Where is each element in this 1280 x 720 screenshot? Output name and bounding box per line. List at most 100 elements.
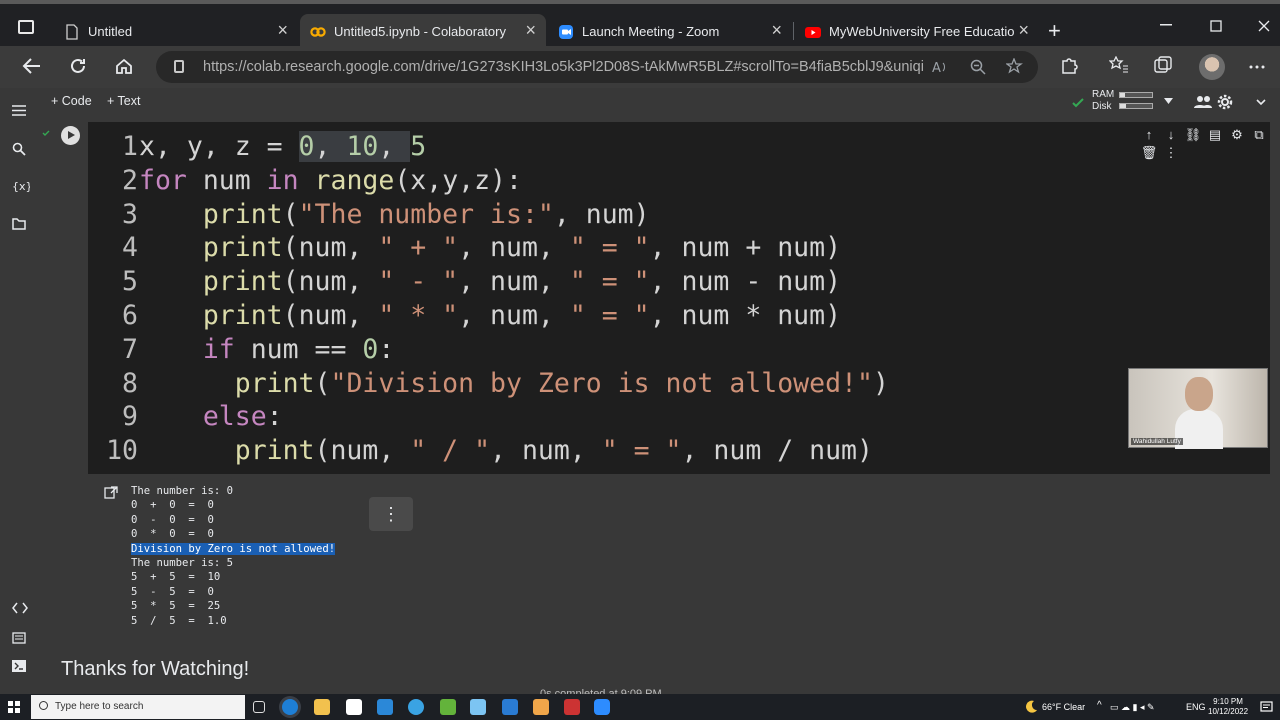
code-editor[interactable]: 1x, y, z = 0, 10, 5 2for num in range(x,…	[100, 130, 889, 468]
output-actions-icon[interactable]	[104, 486, 118, 499]
back-icon[interactable]	[22, 57, 46, 75]
mirror-cell-icon[interactable]: ⧉	[1248, 127, 1270, 143]
tab-colab[interactable]: Untitled5.ipynb - Colaboratory ×	[300, 14, 546, 50]
favorites-icon[interactable]	[1109, 56, 1129, 74]
code-cell[interactable]: ↑ ↓ ⛓ ▤ ⚙ ⧉ 🗑 ⋮ 1x, y, z = 0, 10, 5 2for num in…	[88, 122, 1270, 474]
chevron-down-icon[interactable]	[1164, 98, 1173, 104]
tray-icons[interactable]: ▭ ☁ ▮ ◂ ✎	[1110, 702, 1155, 713]
output-text[interactable]: The number is: 0 0 + 0 = 0 0 - 0 = 0 0 *…	[131, 484, 336, 628]
store-icon[interactable]	[346, 699, 362, 715]
line-number: 8	[122, 367, 138, 399]
app-icon[interactable]	[440, 699, 456, 715]
search-icon[interactable]	[12, 142, 26, 156]
terminal-icon[interactable]	[12, 660, 26, 672]
zoom-icon[interactable]	[970, 59, 986, 75]
presenter-name: Wahidullah Lutfy	[1131, 438, 1183, 445]
file-explorer-icon[interactable]	[314, 699, 330, 715]
address-bar[interactable]: https://colab.research.google.com/drive/…	[156, 51, 1038, 83]
add-text-button[interactable]: + Text	[107, 94, 140, 108]
collapse-chevron-icon[interactable]	[1256, 99, 1266, 106]
close-icon[interactable]: ×	[277, 20, 288, 41]
package-icon[interactable]	[470, 699, 486, 715]
tab-untitled[interactable]: Untitled ×	[54, 14, 298, 50]
code-token: if	[202, 333, 235, 365]
tray-expand-icon[interactable]: ^	[1097, 700, 1102, 711]
code-token: (	[314, 367, 331, 399]
new-tab-button[interactable]: +	[1048, 18, 1061, 44]
code-token: :	[378, 333, 395, 365]
output-line-selected: Division by Zero is not allowed!	[131, 542, 336, 555]
delete-icon[interactable]: 🗑	[1138, 145, 1160, 161]
taskbar-clock[interactable]: 9:10 PM 10/12/2022	[1208, 697, 1248, 717]
code-snippets-icon[interactable]	[12, 602, 28, 614]
youtube-icon	[805, 27, 821, 38]
table-of-contents-icon[interactable]	[12, 105, 26, 116]
zoom-taskbar-icon[interactable]	[594, 699, 610, 715]
read-aloud-icon[interactable]: A	[932, 60, 950, 74]
photos-icon[interactable]	[408, 699, 424, 715]
search-placeholder: Type here to search	[55, 701, 144, 712]
language-indicator[interactable]: ENG	[1186, 702, 1206, 712]
code-token: for	[139, 164, 187, 196]
maximize-icon[interactable]	[1210, 20, 1222, 32]
windows-start-icon[interactable]	[8, 701, 20, 713]
settings-gear-icon[interactable]	[1217, 94, 1233, 110]
command-palette-icon[interactable]	[12, 632, 26, 644]
more-icon[interactable]	[1249, 65, 1265, 69]
add-code-button[interactable]: + Code	[51, 94, 92, 108]
more-actions-icon[interactable]: ⋮	[1160, 145, 1182, 161]
line-number: 5	[122, 266, 138, 298]
reload-icon[interactable]	[68, 56, 92, 76]
text-cell[interactable]: Thanks for Watching!	[61, 658, 249, 681]
connected-check-icon	[1072, 98, 1084, 108]
weather-text[interactable]: 66°F Clear	[1042, 702, 1085, 712]
notifications-icon[interactable]	[1260, 701, 1273, 713]
task-view-icon[interactable]	[253, 701, 265, 713]
webcam-overlay: Wahidullah Lutfy	[1128, 368, 1268, 449]
code-token: (	[282, 198, 299, 230]
tab-actions-icon[interactable]	[18, 20, 34, 34]
taskbar-search[interactable]: Type here to search	[31, 695, 245, 719]
code-token: range	[314, 164, 395, 196]
output-line: 0 + 0 = 0	[131, 499, 214, 512]
move-down-icon[interactable]: ↓	[1160, 127, 1182, 142]
document-icon[interactable]	[533, 699, 549, 715]
tab-zoom[interactable]: Launch Meeting - Zoom ×	[548, 14, 792, 50]
extensions-icon[interactable]	[1060, 56, 1078, 74]
profile-avatar[interactable]	[1199, 54, 1225, 80]
variables-icon[interactable]: {x}	[12, 179, 30, 193]
comment-icon[interactable]: ▤	[1204, 127, 1226, 143]
tab-youtube[interactable]: MyWebUniversity Free Education ×	[795, 14, 1039, 50]
pdf-icon[interactable]	[564, 699, 580, 715]
output-more-button[interactable]: ⋮	[369, 497, 413, 531]
link-icon[interactable]: ⛓	[1182, 127, 1204, 143]
close-icon[interactable]: ×	[1018, 20, 1029, 41]
collections-icon[interactable]	[1154, 56, 1172, 74]
lock-icon[interactable]	[174, 60, 184, 73]
line-number: 2	[122, 164, 138, 196]
ram-label: RAM	[1092, 89, 1115, 100]
vscode-icon[interactable]	[502, 699, 518, 715]
favorite-add-icon[interactable]	[1006, 58, 1024, 76]
close-icon[interactable]: ×	[771, 20, 782, 41]
code-token: ,	[314, 131, 347, 162]
edge-icon[interactable]	[282, 699, 298, 715]
code-token: (num,	[282, 232, 379, 264]
files-folder-icon[interactable]	[12, 218, 26, 230]
line-number: 1	[122, 131, 138, 162]
cell-settings-icon[interactable]: ⚙	[1226, 127, 1248, 143]
url-text[interactable]: https://colab.research.google.com/drive/…	[203, 59, 923, 75]
run-cell-button[interactable]	[61, 126, 80, 145]
home-icon[interactable]	[114, 56, 138, 76]
share-people-icon[interactable]	[1194, 95, 1212, 109]
window-close-icon[interactable]	[1258, 20, 1270, 32]
presenter-head	[1185, 377, 1213, 411]
close-icon[interactable]: ×	[525, 20, 536, 41]
mail-icon[interactable]	[377, 699, 393, 715]
move-up-icon[interactable]: ↑	[1138, 127, 1160, 142]
minimize-icon[interactable]	[1160, 24, 1172, 26]
line-number: 10	[106, 435, 138, 467]
